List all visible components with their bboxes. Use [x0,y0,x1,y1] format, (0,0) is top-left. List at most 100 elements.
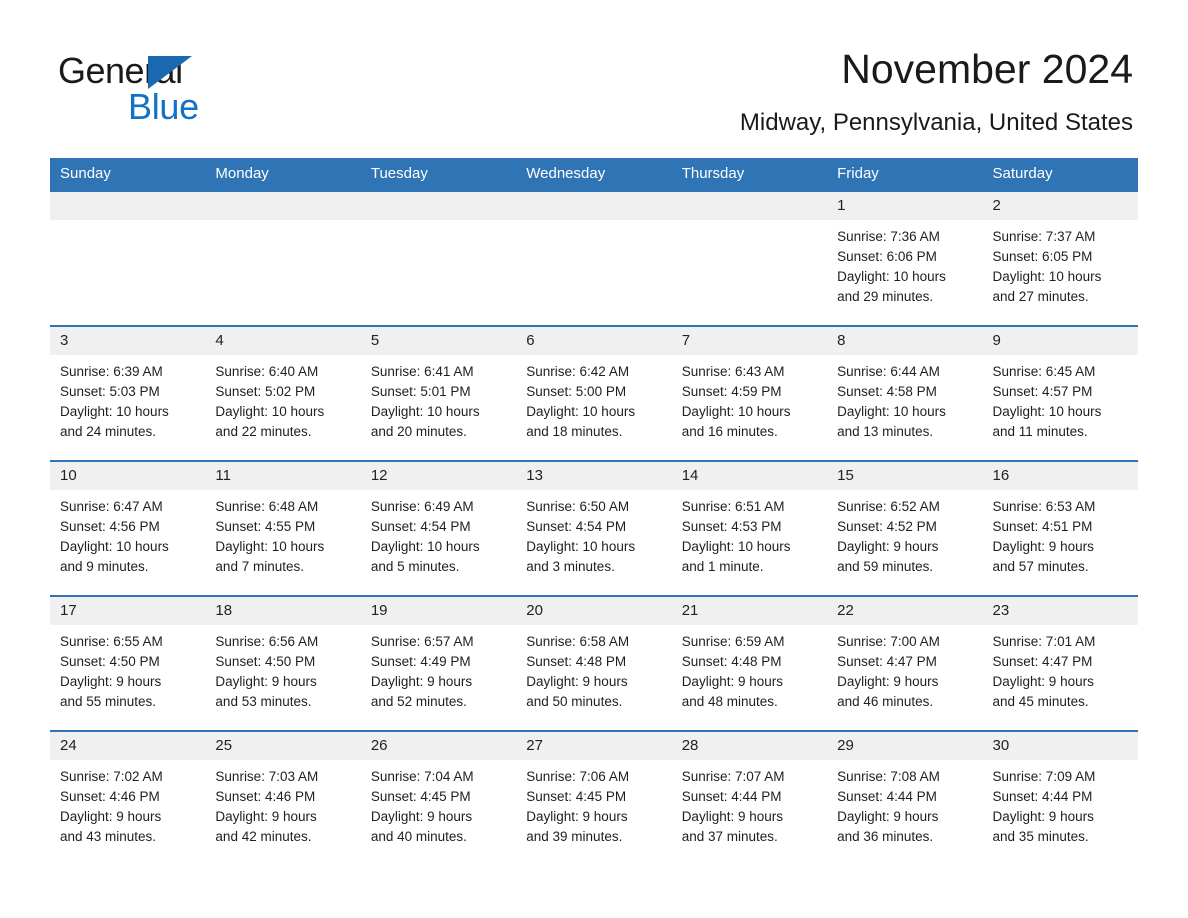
sunrise-text: Sunrise: 7:01 AM [992,634,1096,649]
sunrise-text: Sunrise: 6:52 AM [837,499,940,514]
daylight-text: Daylight: 9 hours [60,809,162,824]
calendar-day-cell[interactable]: 10 Sunrise: 6:47 AM Sunset: 4:56 PM Dayligh… [50,460,206,596]
day-details: Sunrise: 6:45 AM Sunset: 4:57 PM Daylight:… [983,355,1138,442]
calendar-week-row: 24 Sunrise: 7:02 AM Sunset: 4:46 PM Dayligh… [50,730,1138,865]
calendar-day-cell[interactable]: 13 Sunrise: 6:50 AM Sunset: 4:54 PM Dayligh… [516,460,672,596]
calendar-day-cell[interactable]: 23 Sunrise: 7:01 AM Sunset: 4:47 PM Dayligh… [982,595,1138,731]
sunrise-text: Sunrise: 7:36 AM [837,229,940,244]
sunrise-text: Sunrise: 7:04 AM [370,769,474,784]
calendar-day-cell-empty [671,190,828,326]
calendar-day-cell[interactable]: 12 Sunrise: 6:49 AM Sunset: 4:54 PM Dayligh… [360,460,517,596]
calendar-day-cell[interactable]: 19 Sunrise: 6:57 AM Sunset: 4:49 PM Dayligh… [360,595,517,731]
day-cell-inner: 16 Sunrise: 6:53 AM Sunset: 4:51 PM Dayligh… [982,462,1138,595]
calendar-day-cell[interactable]: 27 Sunrise: 7:06 AM Sunset: 4:45 PM Dayligh… [516,730,672,865]
daylight-text-cont: and 40 minutes. [370,829,467,844]
calendar-day-cell[interactable]: 5 Sunrise: 6:41 AM Sunset: 5:01 PM Daylight… [360,325,517,461]
day-details: Sunrise: 6:48 AM Sunset: 4:55 PM Daylight:… [205,490,360,577]
day-number: 22 [827,597,983,625]
daylight-text: Daylight: 9 hours [837,539,939,554]
day-number: 9 [982,327,1138,355]
calendar-day-cell[interactable]: 15 Sunrise: 6:52 AM Sunset: 4:52 PM Dayligh… [827,460,983,596]
daylight-text: Daylight: 10 hours [370,404,480,419]
sunset-text: Sunset: 4:45 PM [526,789,627,804]
calendar-day-cell[interactable]: 16 Sunrise: 6:53 AM Sunset: 4:51 PM Dayligh… [982,460,1138,596]
sunrise-text: Sunrise: 6:42 AM [526,364,630,379]
day-cell-inner: 25 Sunrise: 7:03 AM Sunset: 4:46 PM Dayligh… [205,732,361,865]
calendar-day-cell[interactable]: 21 Sunrise: 6:59 AM Sunset: 4:48 PM Dayligh… [671,595,828,731]
calendar-header-row: Sunday Monday Tuesday Wednesday Thursday… [50,158,1138,191]
sunset-text: Sunset: 4:50 PM [215,654,316,669]
daylight-text: Daylight: 9 hours [837,674,939,689]
daylight-text-cont: and 7 minutes. [215,559,304,574]
weekday-header-thursday: Thursday [671,158,828,191]
calendar-day-cell[interactable]: 6 Sunrise: 6:42 AM Sunset: 5:00 PM Daylight… [516,325,672,461]
daylight-text-cont: and 9 minutes. [60,559,149,574]
daylight-text: Daylight: 9 hours [992,539,1094,554]
day-details: Sunrise: 6:41 AM Sunset: 5:01 PM Daylight:… [361,355,516,442]
calendar-day-cell[interactable]: 3 Sunrise: 6:39 AM Sunset: 5:03 PM Daylight… [50,325,206,461]
daylight-text: Daylight: 9 hours [992,674,1094,689]
calendar-week-row: 3 Sunrise: 6:39 AM Sunset: 5:03 PM Daylight… [50,325,1138,461]
calendar-day-cell[interactable]: 29 Sunrise: 7:08 AM Sunset: 4:44 PM Dayligh… [827,730,983,865]
daylight-text: Daylight: 10 hours [837,269,946,284]
calendar-day-cell[interactable]: 18 Sunrise: 6:56 AM Sunset: 4:50 PM Dayligh… [205,595,361,731]
sunrise-text: Sunrise: 7:37 AM [992,229,1096,244]
page-subtitle-location: Midway, Pennsylvania, United States [739,109,1133,136]
sunrise-text: Sunrise: 7:09 AM [992,769,1096,784]
day-number: 15 [827,462,983,490]
daylight-text: Daylight: 9 hours [215,674,317,689]
calendar-day-cell[interactable]: 22 Sunrise: 7:00 AM Sunset: 4:47 PM Dayligh… [827,595,983,731]
calendar-day-cell[interactable]: 11 Sunrise: 6:48 AM Sunset: 4:55 PM Dayligh… [205,460,361,596]
day-cell-inner: 9 Sunrise: 6:45 AM Sunset: 4:57 PM Daylight… [982,327,1138,460]
calendar-day-cell[interactable]: 7 Sunrise: 6:43 AM Sunset: 4:59 PM Daylight… [671,325,828,461]
daylight-text-cont: and 50 minutes. [526,694,623,709]
day-details: Sunrise: 6:58 AM Sunset: 4:48 PM Daylight:… [516,625,671,712]
sunrise-text: Sunrise: 6:48 AM [215,499,319,514]
calendar-day-cell[interactable]: 2 Sunrise: 7:37 AM Sunset: 6:05 PM Daylight… [982,190,1138,326]
day-details: Sunrise: 6:49 AM Sunset: 4:54 PM Daylight:… [361,490,516,577]
sunset-text: Sunset: 4:50 PM [60,654,160,669]
calendar-day-cell[interactable]: 9 Sunrise: 6:45 AM Sunset: 4:57 PM Daylight… [982,325,1138,461]
calendar-day-cell[interactable]: 1 Sunrise: 7:36 AM Sunset: 6:06 PM Daylight… [827,190,983,326]
daylight-text-cont: and 16 minutes. [681,424,778,439]
weekday-header-wednesday: Wednesday [516,158,672,191]
day-number: 29 [827,732,983,760]
day-number: 6 [516,327,672,355]
calendar-day-cell[interactable]: 24 Sunrise: 7:02 AM Sunset: 4:46 PM Dayligh… [50,730,206,865]
daylight-text-cont: and 27 minutes. [992,289,1089,304]
daylight-text-cont: and 24 minutes. [60,424,157,439]
day-details: Sunrise: 6:57 AM Sunset: 4:49 PM Daylight:… [361,625,516,712]
day-number: 24 [50,732,206,760]
daylight-text: Daylight: 10 hours [60,539,169,554]
sunset-text: Sunset: 4:49 PM [370,654,471,669]
page-header: General Blue November 2024 Midway, Penns… [0,0,1188,136]
calendar-day-cell-empty [360,190,517,326]
day-number: 19 [360,597,517,625]
daylight-text-cont: and 53 minutes. [215,694,312,709]
sunrise-text: Sunrise: 6:43 AM [681,364,785,379]
day-details: Sunrise: 7:36 AM Sunset: 6:06 PM Daylight:… [827,220,982,307]
daylight-text: Daylight: 10 hours [215,539,325,554]
day-cell-inner: 8 Sunrise: 6:44 AM Sunset: 4:58 PM Daylight… [827,327,983,460]
sunset-text: Sunset: 4:54 PM [370,519,471,534]
calendar-day-cell[interactable]: 30 Sunrise: 7:09 AM Sunset: 4:44 PM Dayligh… [982,730,1138,865]
day-details: Sunrise: 7:02 AM Sunset: 4:46 PM Daylight:… [50,760,205,847]
calendar-day-cell[interactable]: 26 Sunrise: 7:04 AM Sunset: 4:45 PM Dayligh… [360,730,517,865]
calendar-day-cell[interactable]: 17 Sunrise: 6:55 AM Sunset: 4:50 PM Dayligh… [50,595,206,731]
daylight-text: Daylight: 9 hours [526,809,628,824]
calendar-body: 1 Sunrise: 7:36 AM Sunset: 6:06 PM Daylight… [50,190,1138,865]
weekday-header-friday: Friday [827,158,983,191]
day-details: Sunrise: 7:00 AM Sunset: 4:47 PM Daylight:… [827,625,982,712]
daylight-text: Daylight: 10 hours [215,404,325,419]
sunset-text: Sunset: 4:47 PM [837,654,937,669]
calendar-day-cell[interactable]: 28 Sunrise: 7:07 AM Sunset: 4:44 PM Dayligh… [671,730,828,865]
daylight-text: Daylight: 9 hours [681,809,783,824]
calendar-day-cell[interactable]: 8 Sunrise: 6:44 AM Sunset: 4:58 PM Daylight… [827,325,983,461]
calendar-day-cell[interactable]: 20 Sunrise: 6:58 AM Sunset: 4:48 PM Dayligh… [516,595,672,731]
calendar-day-cell[interactable]: 4 Sunrise: 6:40 AM Sunset: 5:02 PM Daylight… [205,325,361,461]
daylight-text-cont: and 36 minutes. [837,829,934,844]
day-number: 16 [982,462,1138,490]
calendar-day-cell[interactable]: 25 Sunrise: 7:03 AM Sunset: 4:46 PM Dayligh… [205,730,361,865]
sunset-text: Sunset: 4:44 PM [837,789,937,804]
calendar-day-cell[interactable]: 14 Sunrise: 6:51 AM Sunset: 4:53 PM Dayligh… [671,460,828,596]
